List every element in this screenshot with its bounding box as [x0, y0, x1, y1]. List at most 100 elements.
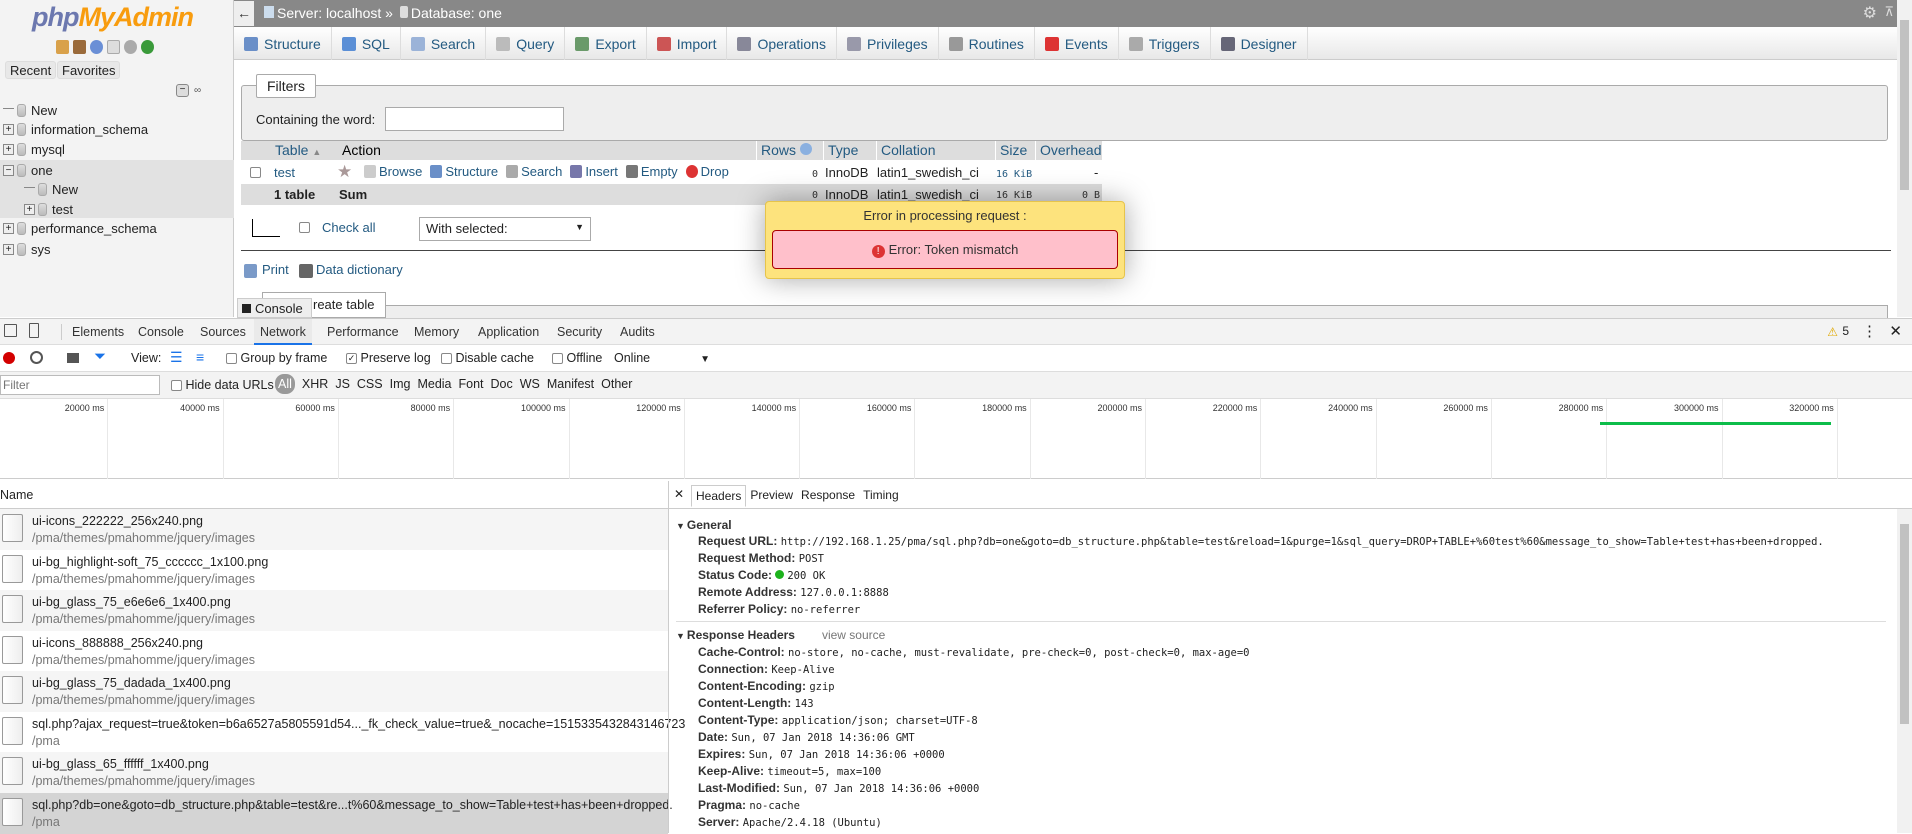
waterfall-overview-icon[interactable]: ≡	[196, 349, 204, 365]
tree-item-label[interactable]: test	[52, 202, 73, 217]
type-filter-js[interactable]: JS	[335, 377, 350, 391]
request-row[interactable]: ui-bg_highlight-soft_75_cccccc_1x100.png…	[0, 549, 668, 591]
type-filter-manifest[interactable]: Manifest	[547, 377, 594, 391]
expand-icon[interactable]: +	[3, 123, 14, 135]
throttling-select[interactable]: Online ▼	[614, 351, 710, 365]
filter-icon[interactable]: ⏷	[94, 348, 106, 365]
column-header-overhead[interactable]: Overhead	[1036, 141, 1102, 160]
logout-icon[interactable]	[73, 40, 86, 54]
tab-import[interactable]: Import	[647, 27, 728, 60]
network-overview-timeline[interactable]: 20000 ms 40000 ms 60000 ms 80000 ms 100000 m…	[0, 399, 1912, 479]
tree-item-test[interactable]: + test	[0, 199, 234, 219]
table-name-link[interactable]: test	[274, 165, 295, 180]
type-filter-doc[interactable]: Doc	[491, 377, 513, 391]
group-by-frame-option[interactable]: Group by frame	[226, 351, 327, 365]
name-column-header[interactable]: Name	[0, 481, 668, 509]
view-source-link[interactable]: view source	[822, 628, 885, 642]
expand-icon[interactable]: +	[24, 203, 35, 215]
tab-designer[interactable]: Designer	[1211, 27, 1308, 60]
favorites-button[interactable]: Favorites	[57, 61, 121, 79]
tab-sql[interactable]: SQL	[332, 27, 401, 60]
tree-item-label[interactable]: information_schema	[31, 122, 148, 137]
details-tab-response[interactable]: Response	[797, 485, 859, 507]
inspect-element-icon[interactable]	[4, 324, 17, 337]
scroll-top-icon[interactable]: ⊼	[1884, 4, 1894, 20]
type-filter-other[interactable]: Other	[601, 377, 632, 391]
tree-item-mysql[interactable]: + mysql	[0, 139, 234, 159]
tree-item-label[interactable]: New	[52, 182, 78, 197]
type-filter-all[interactable]: All	[275, 374, 295, 394]
device-toolbar-icon[interactable]	[29, 323, 39, 338]
type-filter-media[interactable]: Media	[417, 377, 451, 391]
tab-query[interactable]: Query	[486, 27, 566, 60]
column-header-rows[interactable]: Rows	[757, 141, 823, 160]
type-filter-img[interactable]: Img	[390, 377, 411, 391]
type-filter-xhr[interactable]: XHR	[302, 377, 328, 391]
devtools-tab-performance[interactable]: Performance	[321, 319, 405, 345]
devtools-tab-console[interactable]: Console	[132, 319, 190, 345]
help-icon[interactable]	[90, 40, 103, 54]
collapse-all-icon[interactable]: −	[176, 84, 189, 97]
devtools-tab-network[interactable]: Network	[254, 319, 312, 345]
disable-cache-option[interactable]: Disable cache	[441, 351, 534, 365]
tree-item-label[interactable]: sys	[31, 242, 51, 257]
devtools-tab-sources[interactable]: Sources	[194, 319, 252, 345]
tab-search[interactable]: Search	[401, 27, 487, 60]
filter-word-input[interactable]	[385, 107, 564, 131]
tree-item-label[interactable]: mysql	[31, 142, 65, 157]
help-icon[interactable]	[799, 143, 812, 155]
home-icon[interactable]	[56, 40, 69, 54]
close-details-icon[interactable]: ✕	[674, 487, 684, 501]
devtools-tab-security[interactable]: Security	[551, 319, 608, 345]
page-scrollbar[interactable]	[1897, 0, 1912, 317]
expand-icon[interactable]: +	[3, 222, 14, 234]
details-tab-preview[interactable]: Preview	[746, 485, 797, 507]
request-row[interactable]: sql.php?ajax_request=true&token=b6a6527a…	[0, 711, 685, 753]
details-tab-headers[interactable]: Headers	[691, 485, 747, 507]
browse-action-link[interactable]: Browse	[364, 164, 422, 179]
tab-operations[interactable]: Operations	[727, 27, 837, 60]
tree-item-label[interactable]: performance_schema	[31, 221, 157, 236]
warning-count[interactable]: 5	[1842, 324, 1849, 338]
tab-privileges[interactable]: Privileges	[837, 27, 939, 60]
warning-icon[interactable]: ⚠	[1827, 325, 1838, 339]
settings-gear-icon[interactable]: ⚙	[1863, 3, 1877, 23]
tab-routines[interactable]: Routines	[939, 27, 1035, 60]
check-all-label[interactable]: Check all	[322, 220, 375, 235]
capture-screenshots-icon[interactable]	[67, 353, 79, 363]
column-header-table[interactable]: Table ▲	[271, 141, 338, 160]
tree-item-New[interactable]: New	[0, 100, 234, 120]
tree-item-information-schema[interactable]: + information_schema	[0, 119, 234, 139]
docs-icon[interactable]	[107, 40, 120, 54]
insert-action-link[interactable]: Insert	[570, 164, 618, 179]
recent-button[interactable]: Recent	[5, 61, 57, 79]
tree-item-one[interactable]: − one	[0, 160, 234, 180]
request-row[interactable]: ui-icons_888888_256x240.png/pma/themes/p…	[0, 630, 668, 672]
gear-icon[interactable]	[124, 40, 137, 54]
tab-events[interactable]: Events	[1035, 27, 1119, 60]
tree-item-label[interactable]: New	[31, 103, 57, 118]
column-header-type[interactable]: Type	[824, 141, 876, 160]
devtools-tab-application[interactable]: Application	[472, 319, 545, 345]
expand-icon[interactable]: +	[3, 143, 14, 155]
offline-option[interactable]: Offline	[552, 351, 602, 365]
breadcrumb-database[interactable]: Database: one	[411, 5, 502, 21]
tab-export[interactable]: Export	[565, 27, 647, 60]
type-filter-ws[interactable]: WS	[520, 377, 540, 391]
tab-structure[interactable]: Structure	[234, 27, 332, 60]
devtools-tab-memory[interactable]: Memory	[408, 319, 465, 345]
phpmyadmin-logo[interactable]: phpMyAdmin	[32, 2, 194, 33]
type-filter-css[interactable]: CSS	[357, 377, 383, 391]
data-dictionary-link[interactable]: Data dictionary	[316, 262, 403, 277]
request-row[interactable]: ui-bg_glass_75_dadada_1x400.png/pma/them…	[0, 671, 668, 712]
expand-icon[interactable]: −	[3, 164, 14, 176]
column-header-collation[interactable]: Collation	[877, 141, 995, 160]
drop-action-link[interactable]: Drop	[685, 164, 729, 179]
column-header-size[interactable]: Size	[996, 141, 1035, 160]
close-devtools-icon[interactable]: ✕	[1889, 322, 1902, 340]
console-toggle[interactable]: Console	[237, 298, 312, 318]
more-options-icon[interactable]: ⋮	[1862, 322, 1877, 340]
general-section-header[interactable]: ▼ General	[676, 518, 732, 532]
check-all-checkbox[interactable]	[299, 222, 310, 233]
preserve-log-option[interactable]: ✓ Preserve log	[346, 351, 431, 365]
